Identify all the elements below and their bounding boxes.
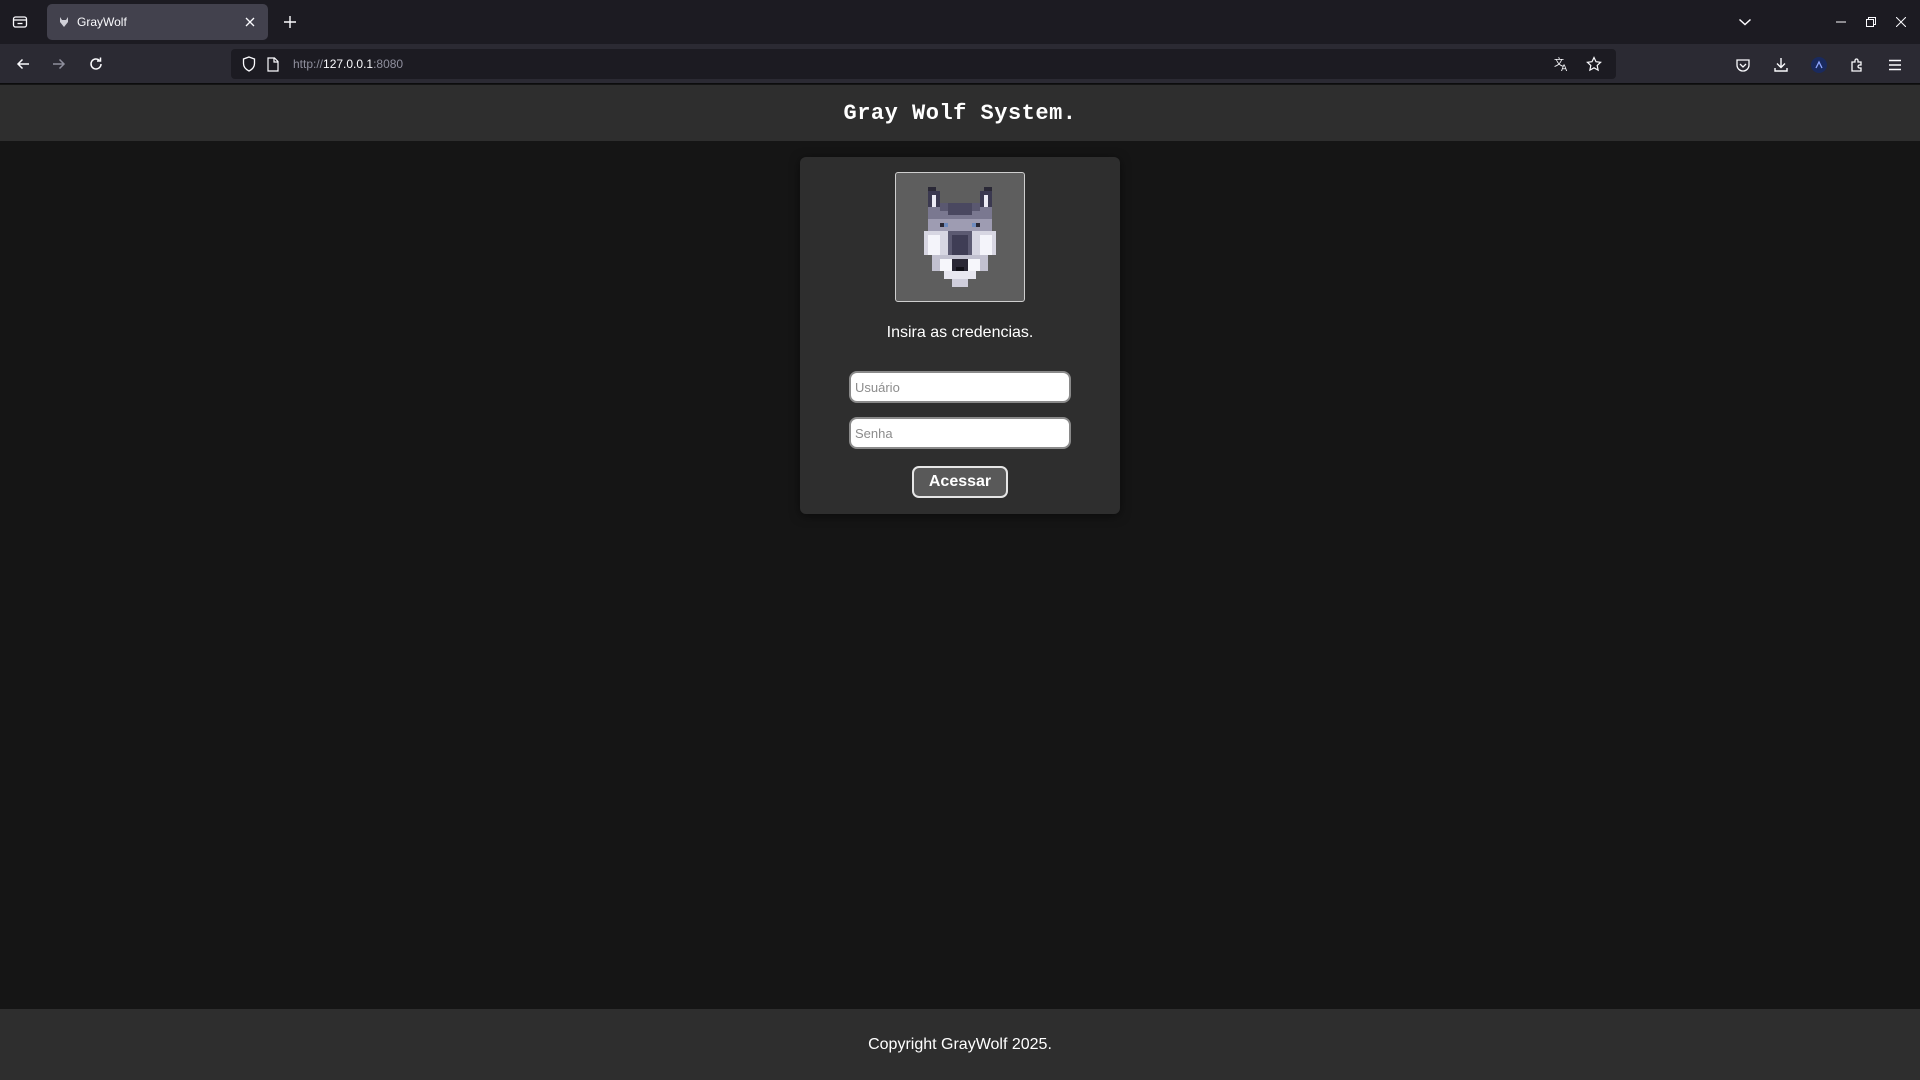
minimize-icon[interactable] xyxy=(1826,7,1856,37)
wolf-favicon-icon xyxy=(57,15,71,29)
account-avatar-icon[interactable] xyxy=(1804,50,1834,80)
firefox-view-icon[interactable] xyxy=(6,8,34,36)
password-input[interactable] xyxy=(849,417,1071,449)
login-card: Insira as credencias. Acessar xyxy=(800,157,1120,514)
svg-text:A: A xyxy=(1561,64,1568,72)
extensions-icon[interactable] xyxy=(1842,50,1872,80)
wolf-icon xyxy=(924,187,996,287)
new-tab-icon[interactable] xyxy=(278,10,302,34)
shield-icon[interactable] xyxy=(239,54,259,74)
login-prompt: Insira as credencias. xyxy=(886,324,1034,341)
restore-icon[interactable] xyxy=(1856,7,1886,37)
wolf-logo-image xyxy=(895,172,1025,302)
list-all-tabs-icon[interactable] xyxy=(1730,7,1760,37)
forward-icon[interactable] xyxy=(45,50,73,78)
site-footer: Copyright GrayWolf 2025. xyxy=(0,1009,1920,1080)
copyright-text: Copyright GrayWolf 2025. xyxy=(868,1035,1052,1053)
reload-icon[interactable] xyxy=(82,50,110,78)
browser-tabstrip: GrayWolf xyxy=(0,0,1920,44)
url-text[interactable]: http://127.0.0.1:8080 xyxy=(293,57,403,71)
tab-title: GrayWolf xyxy=(77,15,127,29)
close-tab-icon[interactable] xyxy=(240,12,260,32)
back-icon[interactable] xyxy=(9,50,37,78)
downloads-icon[interactable] xyxy=(1766,50,1796,80)
translate-icon[interactable]: 文A xyxy=(1552,54,1572,74)
url-bar[interactable]: http://127.0.0.1:8080 文A xyxy=(231,49,1616,79)
bookmark-star-icon[interactable] xyxy=(1584,54,1604,74)
login-button[interactable]: Acessar xyxy=(912,466,1008,498)
site-header: Gray Wolf System. xyxy=(0,85,1920,141)
username-input[interactable] xyxy=(849,371,1071,403)
site-title: Gray Wolf System. xyxy=(843,100,1077,126)
page-icon[interactable] xyxy=(263,54,283,74)
close-window-icon[interactable] xyxy=(1886,7,1916,37)
pocket-icon[interactable] xyxy=(1728,50,1758,80)
browser-tab[interactable]: GrayWolf xyxy=(47,4,268,40)
browser-navbar: http://127.0.0.1:8080 文A xyxy=(0,44,1920,84)
menu-icon[interactable] xyxy=(1880,50,1910,80)
page-content: Gray Wolf System. Insira as credencias. … xyxy=(0,85,1920,1080)
